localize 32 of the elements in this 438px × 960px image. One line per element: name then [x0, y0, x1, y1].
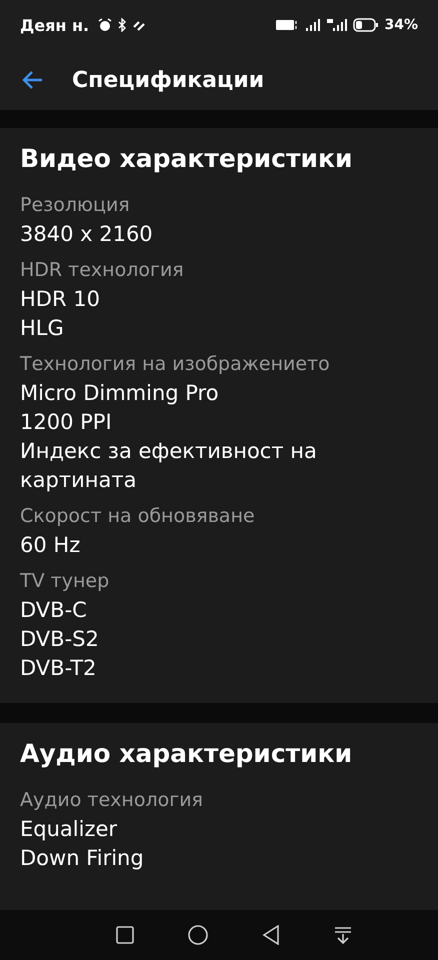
battery-percent: 34% [384, 17, 418, 33]
spec-value: DVB-S2 [20, 626, 100, 653]
spec-value: HLG [20, 315, 65, 342]
spec-label: Резолюция [20, 193, 131, 218]
alarm-icon [98, 18, 112, 32]
signal-5g-icon [326, 18, 348, 32]
spec-label: Аудио технология [20, 788, 204, 813]
spec-value: Индекс за ефективност на картината [20, 438, 318, 494]
spec-label: Технология на изображението [20, 352, 331, 377]
back-nav-button[interactable] [260, 923, 282, 947]
spec-label: TV тунер [20, 569, 110, 594]
spec-value: Equalizer [20, 816, 118, 843]
section-title: Видео характеристики [20, 144, 354, 173]
signal-icon [305, 18, 322, 32]
spec-label: Скорост на обновяване [20, 504, 256, 529]
page-title: Спецификации [72, 68, 264, 92]
spec-value: 3840 x 2160 [20, 221, 154, 248]
recents-button[interactable] [114, 924, 136, 946]
link-icon [132, 18, 146, 32]
home-button[interactable] [186, 923, 210, 947]
spec-value: Micro Dimming Pro [20, 380, 220, 407]
bluetooth-icon [117, 18, 128, 32]
spec-value: 60 Hz [20, 532, 82, 559]
spec-label: HDR технология [20, 258, 185, 283]
spec-value: HDR 10 [20, 286, 101, 313]
spec-value: DVB-C [20, 597, 88, 624]
battery-icon [353, 18, 380, 32]
spec-value: Down Firing [20, 845, 145, 872]
section-title: Аудио характеристики [20, 739, 354, 768]
spec-value: 1200 PPI [20, 409, 113, 436]
status-time: Деян н. [20, 16, 90, 34]
spec-value: DVB-T2 [20, 655, 98, 682]
